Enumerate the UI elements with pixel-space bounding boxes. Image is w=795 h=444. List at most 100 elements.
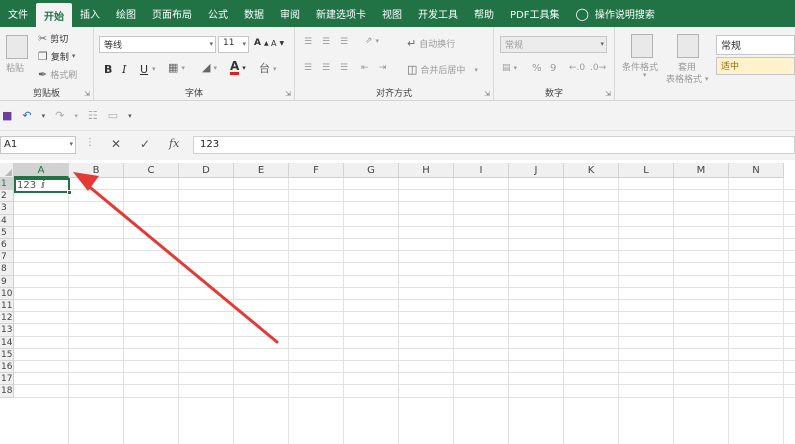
tab-home[interactable]: 开始 [36, 3, 72, 27]
fill-handle[interactable] [67, 190, 72, 195]
row-header-3[interactable]: 3 [0, 202, 14, 215]
grow-font-button[interactable]: A ▲ [254, 38, 269, 48]
accounting-format-button[interactable]: ▤ ▾ [502, 63, 517, 73]
chevron-down-icon[interactable]: ▾ [152, 65, 156, 73]
undo-icon[interactable]: ↶ [22, 109, 31, 122]
save-icon[interactable]: ■ [2, 109, 12, 122]
column-header-k[interactable]: K [564, 163, 619, 178]
column-header-g[interactable]: G [344, 163, 399, 178]
dialog-launcher-icon[interactable]: ⇲ [285, 90, 291, 98]
column-header-a[interactable]: A [14, 163, 69, 178]
align-left-icon[interactable]: ☰ [304, 63, 312, 73]
formula-input[interactable]: 123 [193, 136, 795, 154]
row-header-7[interactable]: 7 [0, 251, 14, 264]
tab-pdf-tools[interactable]: PDF工具集 [502, 0, 567, 27]
tab-insert[interactable]: 插入 [72, 0, 108, 27]
tab-draw[interactable]: 绘图 [108, 0, 144, 27]
align-center-icon[interactable]: ☰ [322, 63, 330, 73]
column-header-m[interactable]: M [674, 163, 729, 178]
row-header-13[interactable]: 13 [0, 324, 14, 337]
column-header-i[interactable]: I [454, 163, 509, 178]
tell-me-search[interactable]: ◯ 操作说明搜索 [567, 0, 662, 27]
paste-button[interactable]: 粘贴 [6, 61, 24, 74]
format-painter-button[interactable]: ✒ 格式刷 [38, 68, 77, 81]
tab-view[interactable]: 视图 [374, 0, 410, 27]
dialog-launcher-icon[interactable]: ⇲ [605, 90, 611, 98]
screen-icon[interactable]: ▭ [108, 109, 118, 122]
tab-file[interactable]: 文件 [0, 0, 36, 27]
conditional-format-icon[interactable] [631, 34, 653, 58]
paste-icon[interactable] [6, 35, 28, 59]
fill-color-button[interactable]: ◢ ▾ [202, 62, 217, 73]
select-all-button[interactable] [0, 163, 14, 178]
customize-toolbar-icon[interactable]: ▾ [128, 112, 132, 120]
tab-review[interactable]: 审阅 [272, 0, 308, 27]
insert-function-button[interactable]: fx [169, 137, 179, 150]
orientation-button[interactable]: ⇗ ▾ [365, 36, 379, 46]
row-header-14[interactable]: 14 [0, 336, 14, 349]
copy-button[interactable]: ❐ 复制 ▾ [38, 50, 75, 63]
align-right-icon[interactable]: ☰ [340, 63, 348, 73]
underline-button[interactable]: U [140, 63, 148, 76]
tab-developer[interactable]: 开发工具 [410, 0, 466, 27]
increase-decimal-icon[interactable]: ←.0 [569, 63, 585, 73]
style-neutral[interactable]: 适中 [716, 57, 795, 75]
decrease-decimal-icon[interactable]: .0→ [590, 63, 606, 73]
font-name-select[interactable]: 等线 ▾ [99, 36, 216, 53]
comma-style-button[interactable]: 9 [550, 63, 556, 74]
column-header-e[interactable]: E [234, 163, 289, 178]
tab-data[interactable]: 数据 [236, 0, 272, 27]
number-format-select[interactable]: 常规 ▾ [500, 36, 607, 53]
format-table-button[interactable]: 表格格式 ▾ [666, 72, 709, 86]
column-header-f[interactable]: F [289, 163, 344, 178]
row-header-8[interactable]: 8 [0, 263, 14, 276]
wrap-text-button[interactable]: ↵ 自动换行 [407, 37, 455, 50]
font-color-button[interactable]: A ▾ [230, 60, 246, 75]
tab-new-tab[interactable]: 新建选项卡 [308, 0, 374, 27]
row-header-4[interactable]: 4 [0, 214, 14, 227]
worksheet-grid[interactable]: A B C D E F G H I J K L M N 1 2 3 4 5 6 7 8 9 10 11 12 13 14 15 16 17 1… [0, 163, 795, 444]
align-middle-icon[interactable]: ☰ [322, 37, 330, 47]
column-header-c[interactable]: C [124, 163, 179, 178]
row-header-15[interactable]: 15 [0, 348, 14, 361]
row-header-16[interactable]: 16 [0, 361, 14, 374]
confirm-entry-button[interactable]: ✓ [140, 137, 150, 151]
name-box[interactable]: A1 ▾ [0, 136, 76, 154]
redo-icon[interactable]: ↷ [55, 109, 64, 122]
column-header-b[interactable]: B [69, 163, 124, 178]
cancel-entry-button[interactable]: ✕ [111, 137, 121, 151]
row-header-5[interactable]: 5 [0, 226, 14, 239]
cut-button[interactable]: ✂ 剪切 [38, 32, 68, 45]
merge-center-button[interactable]: ◫ 合并后居中 ▾ [407, 63, 478, 76]
row-header-18[interactable]: 18 [0, 385, 14, 398]
tab-formulas[interactable]: 公式 [200, 0, 236, 27]
dialog-launcher-icon[interactable]: ⇲ [484, 90, 490, 98]
phonetic-button[interactable]: 台 ▾ [259, 63, 277, 74]
row-header-2[interactable]: 2 [0, 190, 14, 203]
print-preview-icon[interactable]: ☷ [88, 109, 98, 122]
tab-page-layout[interactable]: 页面布局 [144, 0, 200, 27]
row-header-11[interactable]: 11 [0, 300, 14, 313]
increase-indent-icon[interactable]: ⇥ [379, 63, 387, 73]
conditional-format-button[interactable]: 条件格式 [622, 60, 658, 73]
column-header-d[interactable]: D [179, 163, 234, 178]
chevron-down-icon[interactable]: ▾ [74, 112, 78, 120]
italic-button[interactable]: I [122, 63, 126, 76]
chevron-down-icon[interactable]: ▾ [42, 112, 46, 120]
tab-help[interactable]: 帮助 [466, 0, 502, 27]
borders-button[interactable]: ▦ ▾ [168, 62, 185, 73]
column-header-j[interactable]: J [509, 163, 564, 178]
row-header-1[interactable]: 1 [0, 178, 14, 191]
style-normal[interactable]: 常规 [716, 35, 795, 55]
row-header-9[interactable]: 9 [0, 275, 14, 288]
decrease-indent-icon[interactable]: ⇤ [361, 63, 369, 73]
row-header-10[interactable]: 10 [0, 287, 14, 300]
bold-button[interactable]: B [104, 63, 112, 76]
row-header-17[interactable]: 17 [0, 373, 14, 386]
format-table-icon[interactable] [677, 34, 699, 58]
column-header-n[interactable]: N [729, 163, 784, 178]
column-header-l[interactable]: L [619, 163, 674, 178]
align-top-icon[interactable]: ☰ [304, 37, 312, 47]
font-size-select[interactable]: 11 ▾ [218, 36, 249, 53]
row-header-6[interactable]: 6 [0, 239, 14, 252]
